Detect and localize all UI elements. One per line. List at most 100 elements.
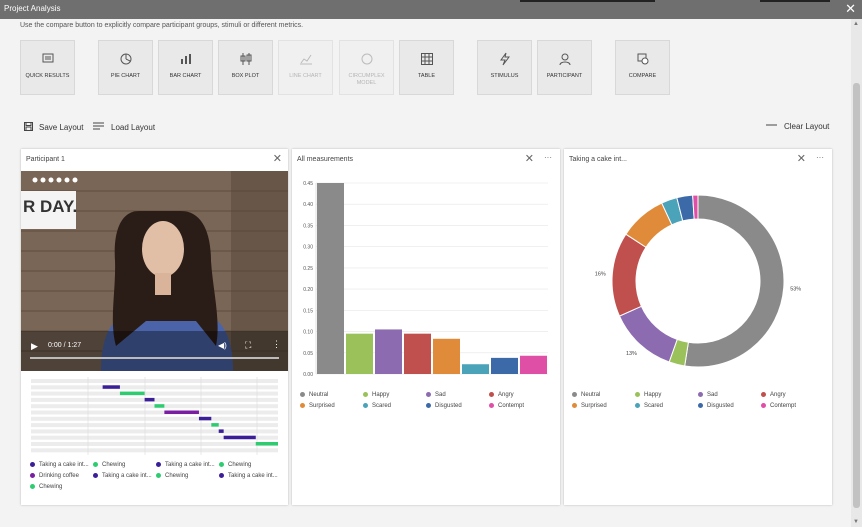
participant-panel-title: Participant 1 — [26, 156, 65, 163]
legend-item[interactable]: Chewing — [219, 462, 251, 468]
legend-label: Taking a cake int... — [39, 462, 89, 469]
bar-happy[interactable] — [346, 333, 373, 374]
timeline-event-bar[interactable] — [119, 391, 145, 396]
clear-layout-button[interactable]: Clear Layout — [766, 122, 829, 131]
table-button[interactable]: TABLE — [399, 40, 454, 95]
donut-slice-contempt[interactable] — [692, 194, 699, 220]
legend-item[interactable]: Chewing — [30, 484, 62, 490]
legend-item[interactable]: Surprised — [572, 403, 607, 409]
bar-contempt[interactable] — [520, 355, 547, 374]
bar-panel-title: All measurements — [297, 156, 354, 163]
legend-swatch — [761, 403, 766, 408]
legend-item[interactable]: Taking a cake int... — [30, 462, 89, 468]
legend-item[interactable]: Scared — [363, 403, 391, 409]
bar-disgusted[interactable] — [491, 357, 518, 374]
bar-sad[interactable] — [375, 329, 402, 374]
fullscreen-icon[interactable]: ⛶ — [245, 340, 251, 351]
bar-angry[interactable] — [404, 333, 431, 374]
load-layout-button[interactable]: Load Layout — [93, 122, 155, 132]
legend-label: Contempt — [770, 403, 797, 410]
timeline-event-bar[interactable] — [211, 423, 219, 427]
bar-scared[interactable] — [462, 364, 489, 374]
bar-surprised[interactable] — [433, 338, 460, 374]
more-icon[interactable]: ··· — [816, 153, 824, 162]
legend-item[interactable]: Disgusted — [426, 403, 462, 409]
legend-item[interactable]: Taking a cake int... — [93, 473, 152, 479]
donut-slice-angry[interactable] — [611, 233, 647, 317]
legend-item[interactable]: Angry — [489, 392, 514, 398]
minus-icon — [766, 124, 777, 126]
legend-item[interactable]: Taking a cake int... — [219, 473, 278, 479]
project-analysis-window: Project Analysis ✕ Use the compare butto… — [0, 0, 862, 527]
toolbar-button-label: COMPARE — [628, 73, 657, 79]
close-icon[interactable]: ✕ — [525, 152, 534, 165]
compare-button[interactable]: COMPARE — [615, 40, 670, 95]
donut-slice-neutral[interactable] — [684, 194, 785, 368]
more-icon[interactable]: ··· — [544, 153, 552, 162]
toolbar-button-label: PIE CHART — [110, 73, 141, 79]
legend-item[interactable]: Neutral — [300, 392, 328, 398]
legend-item[interactable]: Chewing — [93, 462, 125, 468]
legend-item[interactable]: Chewing — [156, 473, 188, 479]
legend-label: Disgusted — [707, 403, 734, 410]
bar-neutral[interactable] — [317, 183, 344, 374]
scroll-down-icon[interactable]: ▼ — [853, 519, 859, 525]
participant-button[interactable]: PARTICIPANT — [537, 40, 592, 95]
timeline-event-bar[interactable] — [218, 429, 224, 433]
participant-icon — [538, 52, 591, 66]
video-overlay-text: R DAY. — [23, 197, 78, 216]
scroll-up-icon[interactable]: ▲ — [853, 21, 859, 27]
quick-results-icon — [21, 52, 74, 66]
legend-item[interactable]: Neutral — [572, 392, 600, 398]
legend-item[interactable]: Drinking coffee — [30, 473, 79, 479]
legend-item[interactable]: Happy — [635, 392, 661, 398]
timeline-row — [31, 442, 278, 446]
legend-item[interactable]: Contempt — [489, 403, 524, 409]
legend-swatch — [761, 392, 766, 397]
quick-results-button[interactable]: QUICK RESULTS — [20, 40, 75, 95]
close-icon[interactable]: ✕ — [845, 1, 856, 17]
timeline-event-bar[interactable] — [255, 442, 278, 446]
legend-item[interactable]: Sad — [426, 392, 446, 398]
legend-swatch — [635, 392, 640, 397]
timeline-event-bar[interactable] — [223, 435, 256, 440]
legend-label: Neutral — [309, 392, 329, 399]
video-progress-bar[interactable] — [30, 357, 279, 359]
close-icon[interactable]: ✕ — [273, 152, 282, 165]
vertical-scrollbar[interactable]: ▲ ▼ — [851, 19, 862, 527]
timeline-event-bar[interactable] — [154, 404, 165, 408]
pie-chart-button[interactable]: PIE CHART — [98, 40, 153, 95]
timeline-event-bar[interactable] — [198, 416, 212, 421]
scrollbar-thumb[interactable] — [853, 83, 860, 508]
legend-swatch — [489, 392, 494, 397]
y-tick-label: 0.35 — [303, 223, 313, 229]
timeline-event-bar[interactable] — [102, 385, 120, 389]
legend-item[interactable]: Surprised — [300, 403, 335, 409]
legend-item[interactable]: Happy — [363, 392, 389, 398]
legend-item[interactable]: Disgusted — [698, 403, 734, 409]
video-player[interactable]: R DAY. ▶ 0:00 / 1:27 ◀) ⛶ ⋮ — [21, 171, 288, 371]
play-icon[interactable]: ▶ — [31, 341, 38, 352]
legend-label: Chewing — [102, 462, 126, 469]
timeline-event-bar[interactable] — [144, 397, 155, 402]
box-plot-button[interactable]: BOX PLOT — [218, 40, 273, 95]
legend-item[interactable]: Angry — [761, 392, 786, 398]
legend-label: Angry — [498, 392, 514, 399]
legend-swatch — [300, 392, 305, 397]
legend-label: Drinking coffee — [39, 473, 79, 480]
donut-chart-legend: Neutral Happy Sad Angry Surprised Scared Disgu… — [572, 392, 830, 422]
clear-layout-label: Clear Layout — [784, 122, 830, 131]
line-chart-button: LINE CHART — [278, 40, 333, 95]
volume-icon[interactable]: ◀) — [218, 341, 227, 350]
more-options-icon[interactable]: ⋮ — [272, 339, 281, 350]
legend-item[interactable]: Sad — [698, 392, 718, 398]
bar-chart-button[interactable]: BAR CHART — [158, 40, 213, 95]
timeline-event-bar[interactable] — [164, 410, 199, 415]
close-icon[interactable]: ✕ — [797, 152, 806, 165]
legend-item[interactable]: Contempt — [761, 403, 796, 409]
legend-item[interactable]: Taking a cake int... — [156, 462, 215, 468]
legend-label: Happy — [372, 392, 390, 399]
legend-item[interactable]: Scared — [635, 403, 663, 409]
save-layout-button[interactable]: Save Layout — [24, 122, 83, 132]
stimulus-button[interactable]: STIMULUS — [477, 40, 532, 95]
